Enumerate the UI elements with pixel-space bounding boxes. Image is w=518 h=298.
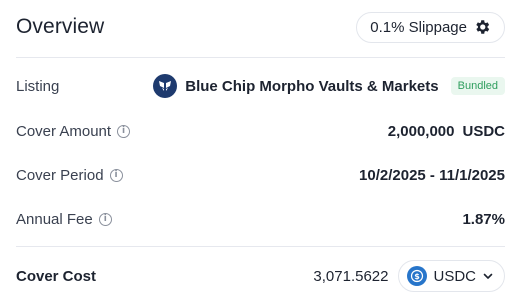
info-icon[interactable]: i — [109, 168, 123, 182]
listing-name: Blue Chip Morpho Vaults & Markets — [185, 77, 439, 95]
cover-amount-unit: USDC — [462, 122, 505, 140]
cover-cost-label: Cover Cost — [16, 267, 97, 285]
gear-icon — [476, 20, 490, 34]
cover-cost-right: 3,071.5622 $ USDC — [313, 260, 505, 292]
cover-period-label-text: Cover Period — [16, 166, 104, 184]
chevron-down-icon — [483, 273, 493, 279]
morpho-logo-icon — [153, 74, 178, 98]
listing-label: Listing — [16, 78, 59, 95]
annual-fee-label-text: Annual Fee — [16, 210, 93, 228]
cover-period-value: 10/2/2025 - 11/1/2025 — [359, 166, 505, 184]
overview-panel: Overview 0.1% Slippage Listing Blue Chip… — [0, 0, 518, 298]
cost-divider — [16, 246, 505, 247]
annual-fee-label: Annual Fee i — [16, 211, 112, 228]
annual-fee-value: 1.87% — [462, 210, 505, 228]
cover-period-label: Cover Period i — [16, 167, 123, 184]
cover-amount-value: 2,000,000 USDC — [388, 123, 505, 140]
cover-cost-value: 3,071.5622 — [313, 267, 389, 285]
listing-row: Listing Blue Chip Morpho Vaults & Market… — [16, 72, 505, 100]
cover-amount-label: Cover Amount i — [16, 122, 131, 140]
usdc-icon: $ — [407, 266, 428, 286]
overview-title: Overview — [16, 15, 105, 38]
cover-period-row: Cover Period i 10/2/2025 - 11/1/2025 — [16, 162, 505, 188]
token-select[interactable]: $ USDC — [398, 260, 505, 292]
token-label: USDC — [433, 267, 476, 285]
listing-label-text: Listing — [16, 77, 60, 95]
cover-amount-number: 2,000,000 — [387, 122, 455, 140]
overview-header: Overview 0.1% Slippage — [16, 10, 505, 44]
cover-cost-row: Cover Cost 3,071.5622 $ USDC — [16, 259, 505, 293]
slippage-label: 0.1% Slippage — [370, 18, 467, 36]
slippage-button[interactable]: 0.1% Slippage — [356, 11, 505, 43]
cover-amount-label-text: Cover Amount — [16, 122, 112, 140]
info-icon[interactable]: i — [117, 124, 131, 138]
annual-fee-row: Annual Fee i 1.87% — [16, 206, 505, 232]
cover-amount-row: Cover Amount i 2,000,000 USDC — [16, 118, 505, 144]
header-divider — [16, 57, 505, 58]
bundled-badge: Bundled — [450, 77, 505, 95]
listing-value: Blue Chip Morpho Vaults & Markets Bundle… — [153, 74, 505, 98]
info-icon[interactable]: i — [98, 212, 112, 226]
svg-text:$: $ — [415, 272, 421, 281]
